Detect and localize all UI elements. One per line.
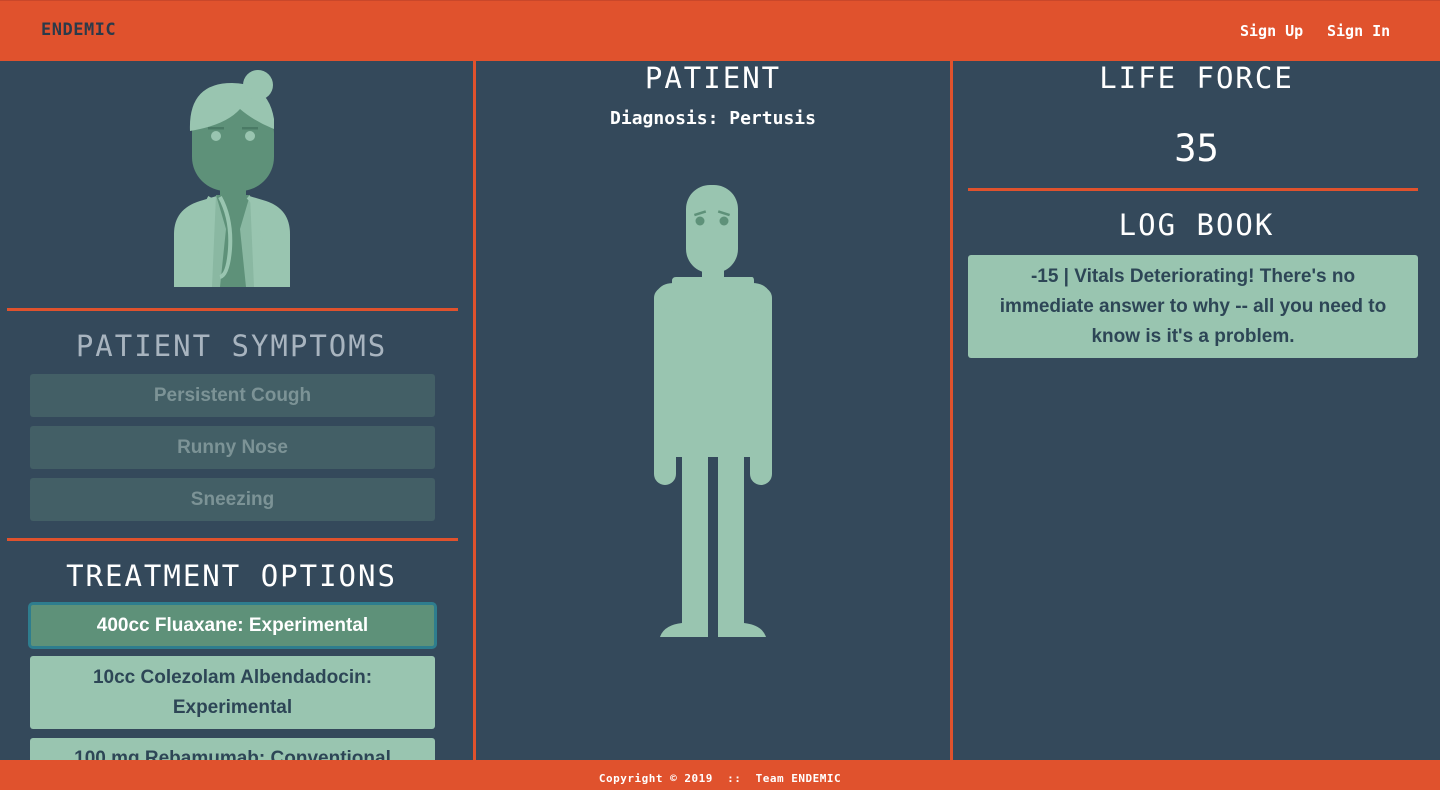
sign-up-link[interactable]: Sign Up <box>1240 22 1303 40</box>
top-navbar: ENDEMIC Sign Up Sign In <box>0 0 1440 61</box>
logbook-title: LOG BOOK <box>1118 208 1275 242</box>
treatment-option-button[interactable]: 10cc Colezolam Albendadocin: Experimenta… <box>30 656 435 729</box>
symptom-item: Sneezing <box>30 478 435 521</box>
symptoms-title: PATIENT SYMPTOMS <box>75 329 388 363</box>
treatment-option-button[interactable]: 400cc Fluaxane: Experimental <box>28 602 437 649</box>
section-divider <box>968 188 1418 191</box>
log-entry: -15 | Vitals Deteriorating! There's no i… <box>968 255 1418 358</box>
symptom-item: Persistent Cough <box>30 374 435 417</box>
section-divider <box>7 308 458 311</box>
section-divider <box>7 538 458 541</box>
symptom-item: Runny Nose <box>30 426 435 469</box>
patient-title: PATIENT <box>644 61 782 95</box>
left-panel: PATIENT SYMPTOMS Persistent Cough Runny … <box>0 61 473 760</box>
sign-in-link[interactable]: Sign In <box>1327 22 1390 40</box>
treatments-title: TREATMENT OPTIONS <box>66 559 397 593</box>
life-force-value: 35 <box>1174 127 1219 170</box>
status-panel: LIFE FORCE 35 LOG BOOK -15 | Vitals Dete… <box>953 61 1440 760</box>
patient-panel: PATIENT Diagnosis: Pertusis <box>476 61 950 760</box>
patient-figure-icon <box>654 185 772 637</box>
treatment-option-button[interactable]: 100 mg Rebamumab: Conventional <box>30 738 435 760</box>
brand-logo[interactable]: ENDEMIC <box>41 20 116 40</box>
doctor-avatar-icon <box>174 70 290 287</box>
diagnosis-label: Diagnosis: Pertusis <box>610 108 816 129</box>
life-force-title: LIFE FORCE <box>1099 61 1294 95</box>
footer: Copyright © 2019 :: Team ENDEMIC <box>0 760 1440 790</box>
